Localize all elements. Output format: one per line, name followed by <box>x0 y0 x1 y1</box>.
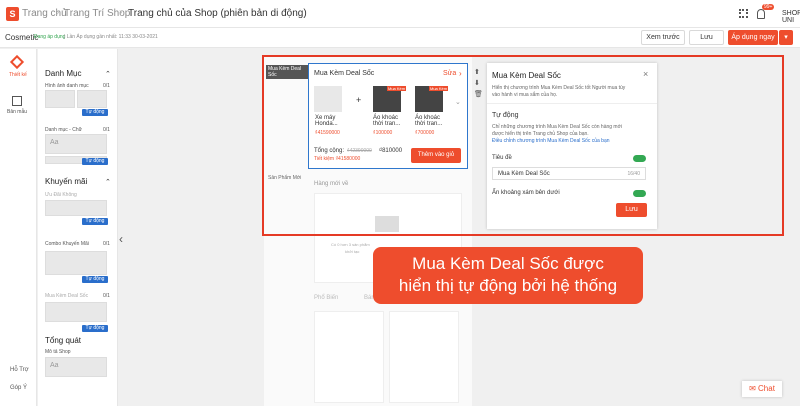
collapse-icon[interactable]: ⌃ <box>105 178 111 186</box>
component-thumb[interactable]: Aa <box>45 134 107 154</box>
layers-icon[interactable] <box>9 54 25 70</box>
component-thumb[interactable] <box>77 90 107 108</box>
chat-icon: ✉ <box>749 384 756 393</box>
category-text-label: Danh mục - Chữ <box>45 127 82 133</box>
save-button[interactable]: Lưu <box>689 30 724 45</box>
auto-badge: Tự động <box>82 109 108 116</box>
breadcrumb-home[interactable]: Trang chủ <box>22 8 67 19</box>
bundle-count: 0/1 <box>103 293 110 299</box>
notification-badge: 99+ <box>762 4 775 10</box>
callout-line-2: hiển thị tự động bởi hệ thống <box>398 276 618 295</box>
chevron-right-icon: › <box>119 7 123 18</box>
collapse-panel-icon[interactable]: ‹ <box>119 232 123 246</box>
apply-now-button[interactable]: Áp dụng ngay <box>728 30 778 45</box>
component-thumb[interactable] <box>45 90 75 108</box>
component-thumb[interactable] <box>45 200 107 216</box>
chat-label: Chat <box>758 384 775 393</box>
shopee-logo[interactable]: S <box>6 7 19 21</box>
product-card[interactable] <box>314 311 384 403</box>
template-icon[interactable] <box>12 96 22 106</box>
collapse-icon[interactable]: ⌃ <box>105 70 111 78</box>
popular-tab[interactable]: Phổ Biến <box>314 295 338 301</box>
combo-label: Combo Khuyến Mãi <box>45 241 89 247</box>
page-title: Trang chủ của Shop (phiên bản di động) <box>128 8 307 19</box>
component-thumb[interactable] <box>45 302 107 322</box>
bundle-label: Mua Kèm Deal Sốc <box>45 293 89 299</box>
component-thumb[interactable] <box>45 251 107 275</box>
apps-grid-icon[interactable] <box>739 9 748 18</box>
callout-line-1: Mua Kèm Deal Sốc được <box>412 254 604 273</box>
auto-badge: Tự động <box>82 158 108 165</box>
shop-desc-label: Mô tả Shop <box>45 349 71 355</box>
rail-template[interactable]: Bản mẫu <box>7 109 27 115</box>
chat-button[interactable]: ✉ Chat <box>742 381 782 397</box>
section-promo: Khuyến mãi <box>45 177 88 186</box>
empty-text: Có 0 hơn 3 sản phẩm <box>331 242 370 247</box>
category-text-count: 0/1 <box>103 127 110 133</box>
sub-bar: Cosmetic Đang áp dụng | Lần Áp dụng gần … <box>0 28 800 48</box>
image-category-count: 0/1 <box>103 83 110 89</box>
preview-button[interactable]: Xem trước <box>641 30 685 45</box>
section-general: Tổng quát <box>45 336 82 345</box>
callout-banner: Mua Kèm Deal Sốc được hiển thị tự động b… <box>373 247 643 304</box>
empty-text-2: khởi tạo <box>345 249 360 254</box>
auto-badge: Tự động <box>82 218 108 225</box>
image-category-label: Hình ảnh danh mục <box>45 83 89 89</box>
rail-decorate[interactable]: Thiết kế <box>9 72 27 78</box>
chevron-right-icon: › <box>56 7 60 18</box>
help-link[interactable]: Hỗ Trợ <box>10 367 29 373</box>
chevron-down-icon[interactable]: ▾ <box>779 30 793 45</box>
user-name[interactable]: SHOPEE UNI <box>782 10 800 24</box>
top-bar: S Trang chủ › Trang Trí Shop › Trang chủ… <box>0 0 800 28</box>
left-rail: Thiết kế Bản mẫu Hỗ Trợ Góp Ý <box>0 49 37 406</box>
last-applied: | Lần Áp dụng gần nhất: 11:33 30-03-2021 <box>64 34 158 40</box>
combo-count: 0/1 <box>103 241 110 247</box>
component-panel: Danh Mục ⌃ Hình ảnh danh mục 0/1 Tự động… <box>38 49 118 406</box>
bell-icon[interactable] <box>757 9 765 19</box>
highlight-frame <box>262 55 784 236</box>
component-thumb[interactable]: Aa <box>45 357 107 377</box>
voucher-label: Ưu Đãi Không <box>45 192 77 198</box>
auto-badge: Tự động <box>82 276 108 283</box>
product-card[interactable] <box>389 311 459 403</box>
feedback-link[interactable]: Góp Ý <box>10 385 27 391</box>
section-category: Danh Mục <box>45 69 82 78</box>
status-badge: Đang áp dụng <box>34 34 66 40</box>
auto-badge: Tự động <box>82 325 108 332</box>
